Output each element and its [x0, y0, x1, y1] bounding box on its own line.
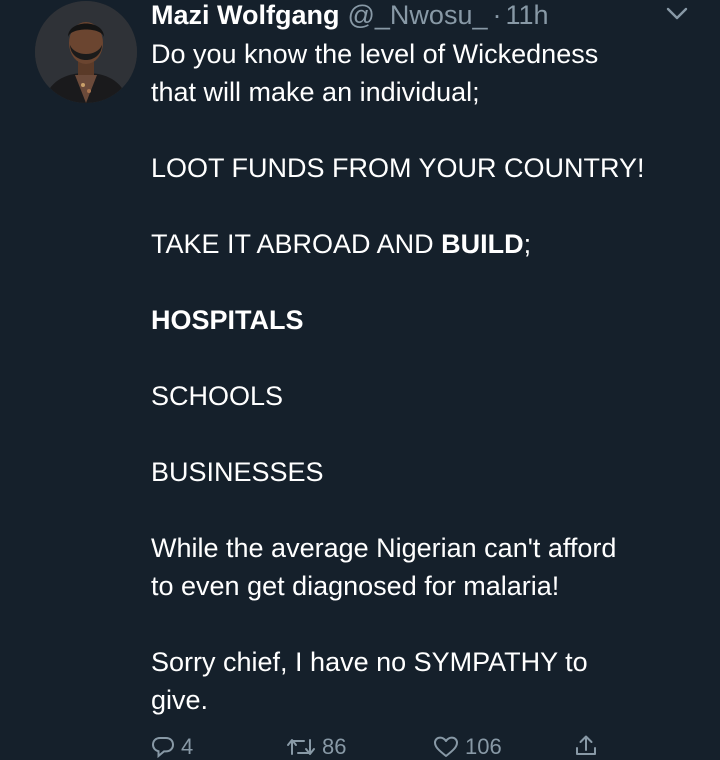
like-count: 106: [465, 734, 502, 759]
like-button[interactable]: 106: [433, 734, 502, 760]
tweet-paragraph: BUSINESSES: [151, 453, 706, 491]
tweet-header: Mazi Wolfgang @_Nwosu_ · 11h: [151, 0, 549, 30]
tweet[interactable]: Mazi Wolfgang @_Nwosu_ · 11h Do you know…: [0, 0, 720, 759]
tweet-line: LOOT FUNDS FROM YOUR COUNTRY!: [151, 153, 645, 183]
tweet-bold-word: BUILD: [441, 229, 524, 259]
avatar[interactable]: [35, 1, 137, 103]
reply-icon: [151, 736, 175, 758]
tweet-paragraph: SCHOOLS: [151, 377, 706, 415]
tweet-line-prefix: TAKE IT ABROAD AND: [151, 229, 442, 259]
retweet-count: 86: [322, 734, 347, 759]
retweet-icon: [286, 736, 316, 758]
tweet-paragraph: Sorry chief, I have no SYMPATHY to give.: [151, 643, 706, 719]
tweet-line: give.: [151, 685, 209, 715]
tweet-paragraph: TAKE IT ABROAD AND BUILD;: [151, 225, 706, 263]
reply-button[interactable]: 4: [151, 734, 193, 760]
tweet-paragraph: LOOT FUNDS FROM YOUR COUNTRY!: [151, 149, 706, 187]
heart-icon: [433, 736, 459, 758]
share-button[interactable]: [574, 734, 598, 756]
tweet-line-suffix: ;: [523, 229, 532, 259]
timestamp[interactable]: 11h: [505, 0, 548, 30]
tweet-line: While the average Nigerian can't afford: [151, 533, 617, 563]
tweet-line: BUSINESSES: [151, 457, 324, 487]
author-name[interactable]: Mazi Wolfgang: [151, 0, 340, 30]
tweet-actions: 4 86 106: [151, 734, 611, 760]
tweet-line: to even get diagnosed for malaria!: [151, 571, 560, 601]
chevron-down-icon[interactable]: [665, 6, 689, 22]
reply-count: 4: [181, 734, 194, 759]
tweet-bold-line: HOSPITALS: [151, 305, 304, 335]
tweet-paragraph: While the average Nigerian can't afford …: [151, 529, 706, 605]
separator-dot: ·: [492, 0, 502, 30]
tweet-paragraph: Do you know the level of Wickedness that…: [151, 35, 706, 111]
author-handle[interactable]: @_Nwosu_: [348, 0, 488, 30]
tweet-line: SCHOOLS: [151, 381, 284, 411]
retweet-button[interactable]: 86: [286, 734, 346, 760]
tweet-line: that will make an individual;: [151, 77, 480, 107]
tweet-text: Do you know the level of Wickedness that…: [151, 35, 706, 719]
tweet-line: Sorry chief, I have no SYMPATHY to: [151, 647, 588, 677]
tweet-line: Do you know the level of Wickedness: [151, 39, 599, 69]
share-icon: [574, 734, 598, 756]
tweet-paragraph: HOSPITALS: [151, 301, 706, 339]
